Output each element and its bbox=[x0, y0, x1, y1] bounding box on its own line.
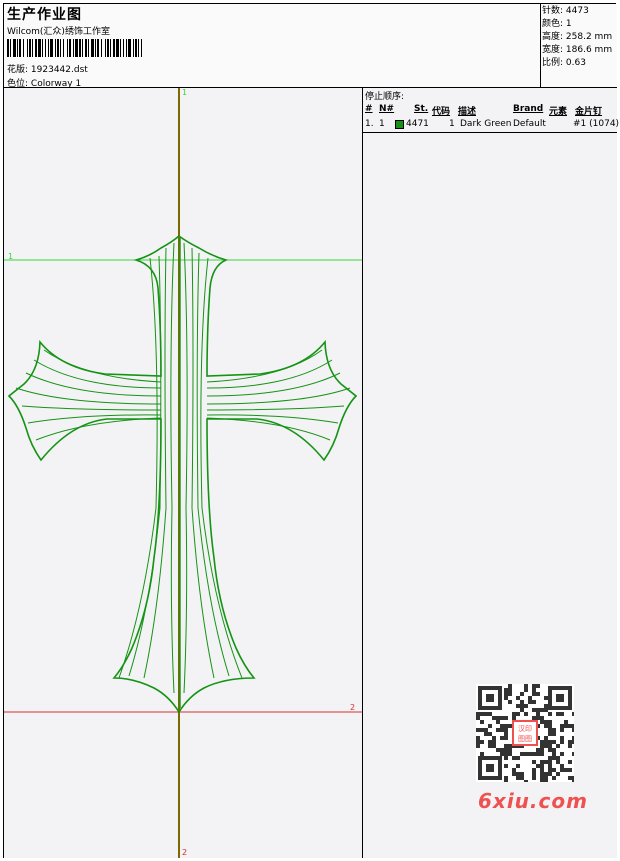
page-title: 生产作业图 bbox=[7, 7, 82, 23]
cross-stitch-paths bbox=[7, 234, 358, 714]
row-needle: 1 bbox=[379, 119, 385, 129]
row-element: #1 (1074) bbox=[573, 119, 620, 129]
stop-sequence-header: # N# St. 代码 描述 Brand 元素 金片钉 bbox=[365, 104, 615, 117]
company-name: Wilcom(汇众)绣饰工作室 bbox=[7, 27, 110, 37]
header-panel: 生产作业图 Wilcom(汇众)绣饰工作室 花版: 1923442.dst 色位… bbox=[4, 4, 541, 89]
col-sequin: 金片钉 bbox=[575, 107, 603, 117]
watermark-brand: 6xiu.com bbox=[478, 789, 588, 813]
stats-panel: 针数: 4473 颜色: 1 高度: 258.2 mm 宽度: 186.6 mm… bbox=[541, 4, 617, 88]
barcode bbox=[7, 39, 142, 57]
col-description: 描述 bbox=[458, 107, 477, 117]
row-index: 1. bbox=[365, 119, 374, 129]
marker-top: 1 bbox=[182, 88, 188, 97]
svg-text:汉印: 汉印 bbox=[518, 725, 532, 733]
row-stitches: 4471 bbox=[406, 119, 429, 129]
col-index: # bbox=[365, 104, 373, 114]
marker-right: 2 bbox=[350, 703, 356, 712]
marker-bottom: 2 bbox=[182, 848, 188, 857]
col-stitches: St. bbox=[414, 104, 429, 114]
cross-embroidery bbox=[4, 88, 362, 858]
qr-code-icon: 汉印 图图 bbox=[476, 684, 574, 782]
design-file-label: 花版: bbox=[7, 65, 29, 75]
design-file-line: 花版: 1923442.dst bbox=[7, 62, 88, 75]
table-divider bbox=[363, 132, 617, 133]
stop-sequence-title: 停止顺序: bbox=[365, 92, 405, 102]
color-swatch bbox=[395, 120, 404, 132]
row-brand: Default bbox=[513, 119, 546, 129]
design-file-name: 1923442.dst bbox=[30, 65, 88, 75]
col-element: 元素 bbox=[549, 107, 568, 117]
col-brand: Brand bbox=[513, 104, 544, 114]
table-row: 1. 1 4471 1 Dark Green Default #1 (1074) bbox=[365, 119, 619, 132]
marker-left: 1 bbox=[8, 252, 14, 261]
stat-width: 宽度: 186.6 mm bbox=[542, 45, 613, 55]
design-preview: 1 1 2 2 bbox=[4, 88, 363, 858]
col-needle: N# bbox=[379, 104, 395, 114]
stat-stitches: 针数: 4473 bbox=[542, 6, 589, 16]
row-code: 1 bbox=[449, 119, 455, 129]
stat-scale: 比例: 0.63 bbox=[542, 58, 586, 68]
col-code: 代码 bbox=[432, 107, 451, 117]
row-description: Dark Green bbox=[460, 119, 512, 129]
svg-text:图图: 图图 bbox=[518, 735, 532, 743]
stat-height: 高度: 258.2 mm bbox=[542, 32, 613, 42]
stat-colors: 颜色: 1 bbox=[542, 19, 572, 29]
